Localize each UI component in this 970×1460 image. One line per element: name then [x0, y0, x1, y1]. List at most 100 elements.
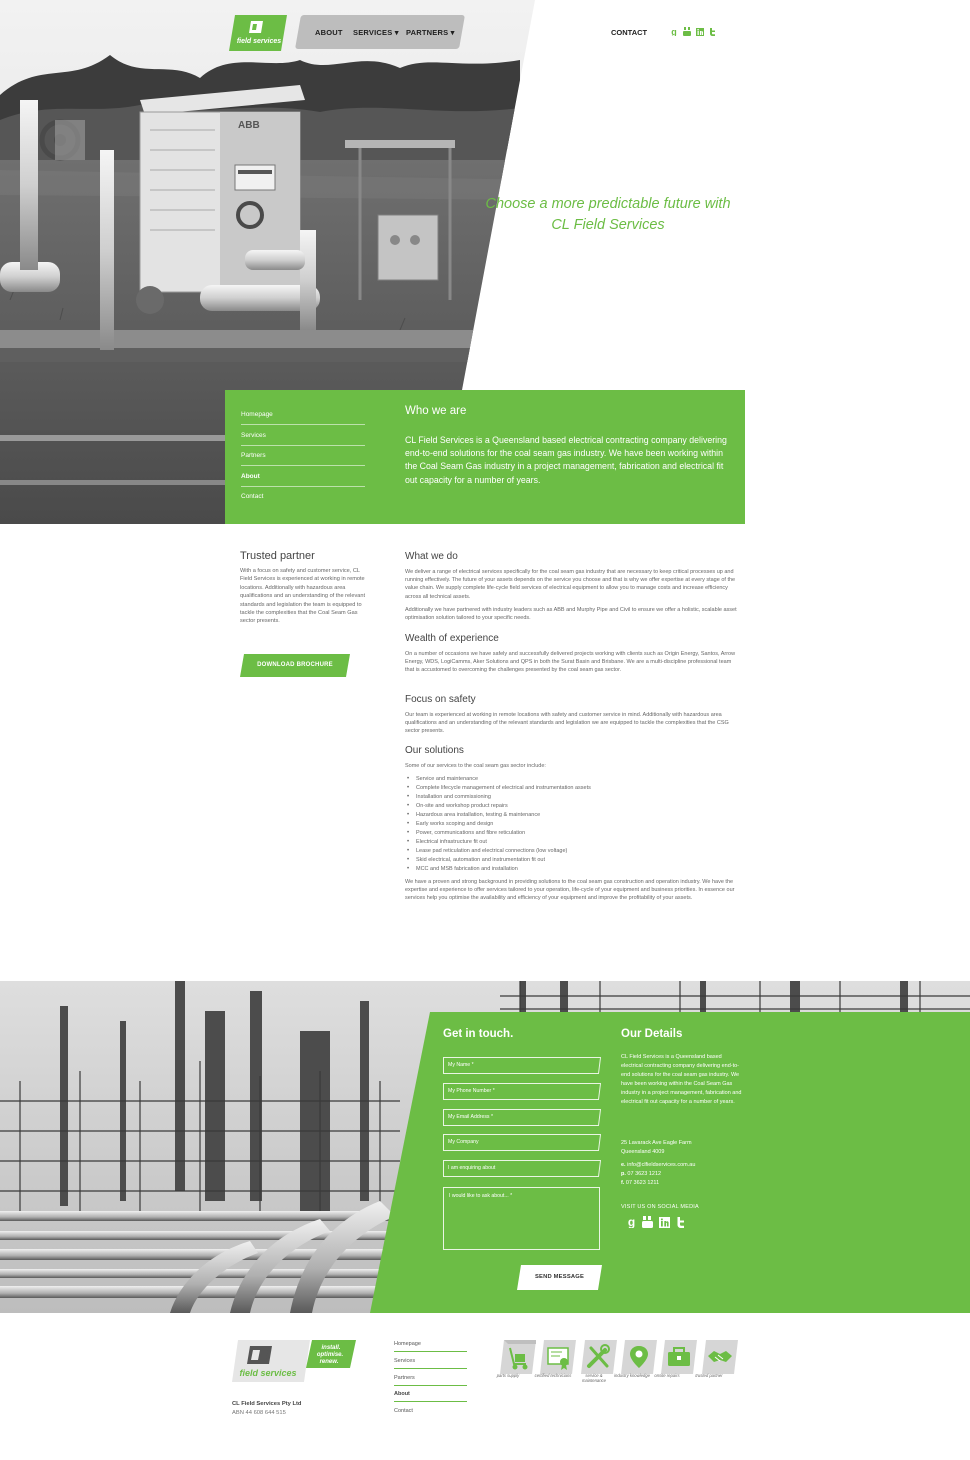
location-pin-icon — [621, 1340, 657, 1374]
company-field[interactable]: My Company — [443, 1134, 601, 1151]
footer-logo-text: field services — [239, 1368, 296, 1378]
footer-link-services[interactable]: Services — [394, 1358, 467, 1369]
linkedin-icon[interactable] — [696, 27, 704, 36]
get-in-touch-title: Get in touch. — [443, 1028, 514, 1040]
svg-text:g: g — [671, 27, 677, 36]
side-link-contact[interactable]: Contact — [241, 493, 365, 506]
footer-logo[interactable]: field services install. optimise. renew. — [232, 1338, 356, 1384]
list-item: MCC and MSB fabrication and installation — [406, 865, 591, 874]
phone-prefix: p. — [621, 1171, 626, 1177]
caret-down-icon: ▾ — [450, 28, 455, 37]
slogan-line-2: optimise. — [317, 1352, 344, 1358]
side-link-homepage[interactable]: Homepage — [241, 411, 365, 425]
social-media-label: VISIT US ON SOCIAL MEDIA — [621, 1204, 699, 1210]
name-field[interactable]: My Name * — [443, 1057, 601, 1074]
twitter-icon[interactable] — [709, 27, 717, 36]
fax-prefix: f. — [621, 1180, 625, 1186]
company-field-placeholder: My Company — [448, 1139, 479, 1145]
solutions-title: Our solutions — [405, 745, 464, 756]
send-message-button[interactable]: SEND MESSAGE — [517, 1265, 602, 1290]
company-name: CL Field Services Pty Ltd — [232, 1401, 302, 1407]
our-details-title: Our Details — [621, 1028, 683, 1040]
our-details-text: CL Field Services is a Queensland based … — [621, 1054, 742, 1105]
contact-phone[interactable]: p. 07 3623 1212 — [621, 1171, 661, 1177]
side-link-services[interactable]: Services — [241, 432, 365, 446]
badge-label-service-maintenance: service & maintenance — [582, 1373, 606, 1383]
email-field-placeholder: My Email Address * — [448, 1114, 493, 1120]
footer-link-about[interactable]: About — [394, 1391, 467, 1402]
wealth-title: Wealth of experience — [405, 633, 499, 644]
what-we-do-text: We deliver a range of electrical service… — [405, 569, 736, 600]
solutions-intro: Some of our services to the coal seam ga… — [405, 763, 546, 769]
fax-value: 07 3623 1211 — [625, 1180, 660, 1186]
side-link-partners[interactable]: Partners — [241, 452, 365, 466]
phone-field[interactable]: My Phone Number * — [443, 1083, 601, 1100]
nav-partners[interactable]: PARTNERS ▾ — [406, 28, 455, 37]
phone-field-placeholder: My Phone Number * — [448, 1088, 495, 1094]
footer-link-contact[interactable]: Contact — [394, 1408, 467, 1418]
footer-link-partners[interactable]: Partners — [394, 1375, 467, 1386]
badge-label-trusted-partner: trusted partner — [695, 1373, 723, 1378]
phone-value: 07 3623 1212 — [627, 1171, 662, 1177]
badge-label-parts-supply: parts supply — [496, 1373, 520, 1378]
tools-icon — [581, 1340, 617, 1374]
address-line-2: Queensland 4009 — [621, 1149, 665, 1155]
handshake-icon — [702, 1340, 738, 1374]
message-textarea[interactable]: I would like to ask about... * — [443, 1187, 600, 1250]
solutions-list: Service and maintenance Complete lifecyc… — [406, 775, 591, 874]
nav-contact[interactable]: CONTACT — [611, 28, 647, 37]
nav-partners-label: PARTNERS — [406, 28, 449, 37]
youtube-icon[interactable] — [683, 27, 691, 36]
list-item: Electrical infrastructure fit out — [406, 838, 591, 847]
download-brochure-button[interactable]: DOWNLOAD BROCHURE — [240, 654, 350, 677]
trusted-partner-text: With a focus on safety and customer serv… — [240, 568, 366, 625]
message-placeholder: I would like to ask about... * — [449, 1193, 513, 1199]
google-plus-icon[interactable]: g — [626, 1216, 637, 1228]
list-item: Skid electrical, automation and instrume… — [406, 856, 591, 865]
solutions-outro: We have a proven and strong background i… — [405, 879, 735, 902]
hero-tagline: Choose a more predictable future with CL… — [485, 196, 731, 233]
youtube-icon[interactable] — [642, 1216, 653, 1228]
badge-label-industry-knowledge: industry knowledge — [614, 1373, 650, 1378]
svg-text:ABB: ABB — [238, 120, 260, 131]
download-brochure-label: DOWNLOAD BROCHURE — [257, 662, 333, 668]
google-plus-icon[interactable]: g — [670, 27, 678, 36]
trolley-icon — [500, 1340, 536, 1374]
toolbox-icon — [661, 1340, 697, 1374]
certificate-icon — [540, 1340, 576, 1374]
contact-fax: f. 07 3623 1211 — [621, 1180, 659, 1186]
list-item: Service and maintenance — [406, 775, 591, 784]
trusted-partner-title: Trusted partner — [240, 550, 315, 562]
list-item: On-site and workshop product repairs — [406, 802, 591, 811]
email-field[interactable]: My Email Address * — [443, 1109, 601, 1126]
nav-about[interactable]: ABOUT — [315, 28, 343, 37]
list-item: Lease pad reticulation and electrical co… — [406, 847, 591, 856]
who-we-are-title: Who we are — [405, 405, 467, 417]
svg-text:g: g — [628, 1216, 635, 1228]
nav-services[interactable]: SERVICES ▾ — [353, 28, 399, 37]
twitter-icon[interactable] — [676, 1216, 687, 1228]
nav-services-label: SERVICES — [353, 28, 393, 37]
enquiry-field-placeholder: I am enquiring about — [448, 1165, 496, 1171]
logo-text: field services — [237, 38, 281, 45]
email-prefix: e. — [621, 1162, 626, 1168]
safety-title: Focus on safety — [405, 694, 476, 705]
badge-label-certified-technicians: certified technicians — [534, 1373, 572, 1378]
linkedin-icon[interactable] — [659, 1216, 670, 1228]
company-abn: ABN 44 608 644 515 — [232, 1410, 286, 1416]
enquiry-field[interactable]: I am enquiring about — [443, 1160, 601, 1177]
badge-label-onsite-repairs: onsite repairs — [654, 1373, 680, 1378]
who-we-are-text: CL Field Services is a Queensland based … — [405, 435, 727, 485]
what-we-do-title: What we do — [405, 551, 458, 562]
slogan-line-1: install. — [321, 1345, 340, 1351]
side-link-about[interactable]: About — [241, 473, 365, 487]
slogan-line-3: renew. — [320, 1359, 339, 1365]
list-item: Early works scoping and design — [406, 820, 591, 829]
address-line-1: 25 Lavarack Ave Eagle Farm — [621, 1140, 692, 1146]
site-logo[interactable]: field services — [229, 15, 287, 51]
contact-email[interactable]: e. info@clfieldservices.com.au — [621, 1162, 695, 1168]
list-item: Hazardous area installation, testing & m… — [406, 811, 591, 820]
caret-down-icon: ▾ — [394, 28, 399, 37]
email-value: info@clfieldservices.com.au — [627, 1162, 696, 1168]
footer-link-homepage[interactable]: Homepage — [394, 1341, 467, 1352]
